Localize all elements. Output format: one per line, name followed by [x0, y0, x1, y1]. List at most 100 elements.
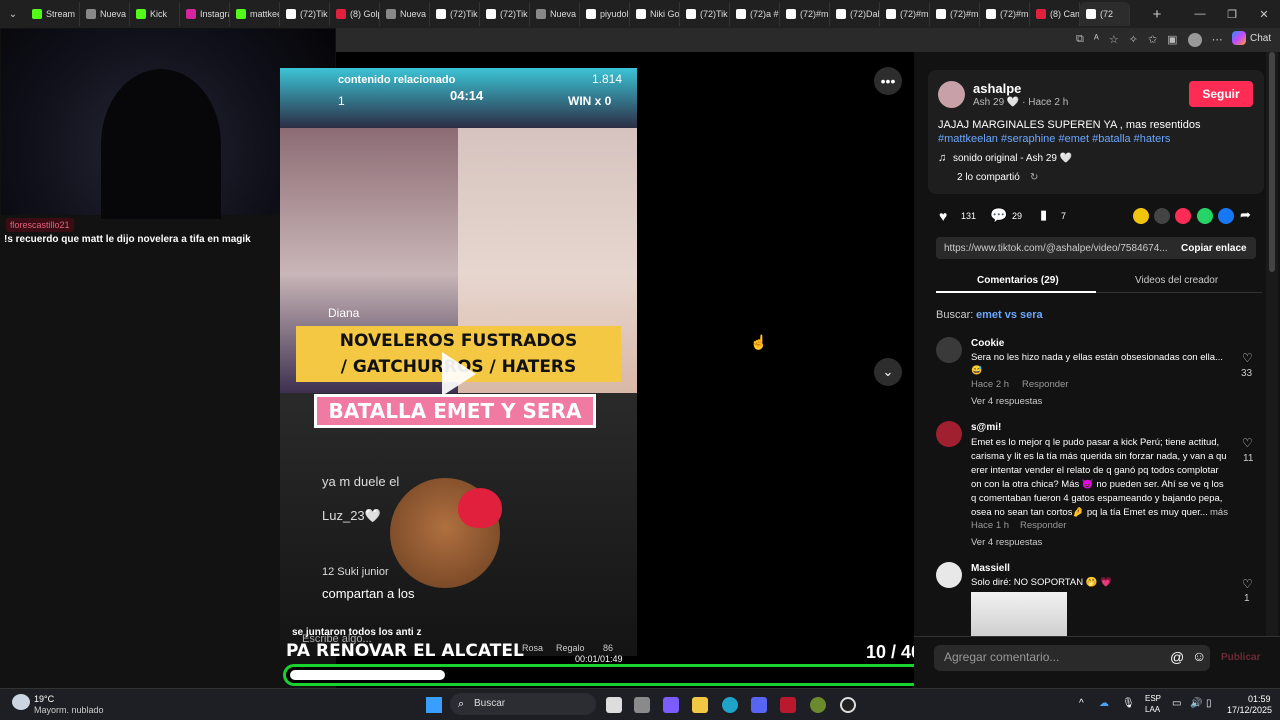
comment-user-1[interactable]: Cookie: [971, 338, 1004, 349]
tab-creator-videos[interactable]: Videos del creador: [1135, 275, 1218, 286]
game-app-icon[interactable]: [810, 697, 826, 713]
profile-avatar[interactable]: [1187, 33, 1202, 47]
browser-tab[interactable]: Niki Go: [630, 2, 680, 26]
chevron-down-icon[interactable]: ⌄: [874, 358, 902, 386]
tray-chevron-icon[interactable]: ^: [1079, 698, 1084, 709]
obs-icon[interactable]: [840, 697, 856, 713]
sidebar-scrollbar[interactable]: [1266, 52, 1278, 636]
browser-tab[interactable]: piyudol: [580, 2, 630, 26]
sound-label[interactable]: sonido original - Ash 29 🤍: [953, 153, 1072, 164]
discord-icon[interactable]: [751, 697, 767, 713]
view-replies-2[interactable]: Ver 4 respuestas: [971, 537, 1042, 548]
author-avatar[interactable]: [938, 81, 965, 108]
weather-icon[interactable]: [12, 694, 30, 710]
weather-temp[interactable]: 19°C: [34, 694, 54, 704]
share-arrow-icon[interactable]: ➦: [1240, 207, 1251, 223]
browser-tab[interactable]: Instagra: [180, 2, 230, 26]
play-icon[interactable]: [442, 352, 476, 396]
file-explorer-icon[interactable]: [692, 697, 708, 713]
task-view-icon[interactable]: [606, 697, 622, 713]
battery-icon[interactable]: ▯: [1206, 698, 1212, 709]
extensions-icon[interactable]: ✧: [1129, 33, 1138, 47]
minimize-icon[interactable]: —: [1184, 0, 1216, 28]
volume-icon[interactable]: 🔊: [1190, 698, 1202, 709]
browser-tab[interactable]: (72)Tik: [480, 2, 530, 26]
store-icon[interactable]: [634, 697, 650, 713]
browser-tab[interactable]: (72)#m: [980, 2, 1030, 26]
favorite-star-icon[interactable]: ☆: [1109, 33, 1119, 47]
browser-tab[interactable]: mattkee: [230, 2, 280, 26]
whatsapp-icon[interactable]: [1197, 208, 1213, 224]
collections-icon[interactable]: ▣: [1167, 33, 1177, 47]
taskbar-search[interactable]: Buscar: [450, 693, 596, 715]
reply-button-1[interactable]: Responder: [1022, 379, 1068, 390]
copilot-chat-button[interactable]: Chat: [1232, 31, 1271, 45]
language-top[interactable]: ESP: [1145, 694, 1161, 703]
close-window-icon[interactable]: ✕: [1248, 0, 1280, 28]
tab-comments[interactable]: Comentarios (29): [977, 275, 1059, 286]
tab-actions-button[interactable]: ⌄: [0, 2, 26, 26]
browser-tab[interactable]: (72)Tik: [680, 2, 730, 26]
follow-button[interactable]: Seguir: [1189, 81, 1253, 107]
translate-icon[interactable]: ᴬ: [1094, 33, 1099, 47]
network-icon[interactable]: ▭: [1172, 698, 1181, 709]
comment-icon[interactable]: 💬: [990, 207, 1007, 224]
tray-cloud-icon[interactable]: ☁: [1099, 698, 1109, 709]
browser-tab[interactable]: Nueva p: [80, 2, 130, 26]
shared-label[interactable]: 2 lo compartió: [957, 172, 1020, 183]
browser-tab[interactable]: (8) Golp: [330, 2, 380, 26]
like-icon[interactable]: ♥: [939, 208, 947, 224]
windows-start-icon[interactable]: [426, 697, 442, 713]
browser-tab[interactable]: Nueva p: [380, 2, 430, 26]
tray-mic-icon[interactable]: 🎙: [1122, 698, 1135, 709]
view-replies-1[interactable]: Ver 4 respuestas: [971, 396, 1042, 407]
browser-tab[interactable]: (72)Tik: [430, 2, 480, 26]
maximize-icon[interactable]: ❐: [1216, 0, 1248, 28]
tf-app-icon[interactable]: [780, 697, 796, 713]
favorites-icon[interactable]: ✩: [1148, 33, 1157, 47]
share-count-label[interactable]: 86: [603, 643, 613, 653]
new-tab-button[interactable]: +: [1146, 6, 1168, 23]
browser-tab[interactable]: (72)#m: [930, 2, 980, 26]
comment-user-3[interactable]: Massiell: [971, 563, 1010, 574]
browser-tab[interactable]: (72)Tik: [280, 2, 330, 26]
bookmark-icon[interactable]: ▮: [1040, 207, 1047, 223]
video-player[interactable]: contenido relacionado 1.814 04:14 1 WIN …: [280, 68, 637, 656]
browser-tab[interactable]: Stream: [26, 2, 80, 26]
browser-tab[interactable]: (72: [1080, 2, 1130, 26]
comment-image-3[interactable]: [971, 592, 1067, 636]
facebook-icon[interactable]: [1218, 208, 1234, 224]
author-username[interactable]: ashalpe: [973, 81, 1021, 96]
browser-tab[interactable]: (72)Dal: [830, 2, 880, 26]
comment-avatar-3[interactable]: [936, 562, 962, 588]
post-hashtags[interactable]: #mattkeelan #seraphine #emet #batalla #h…: [938, 133, 1170, 145]
search-suggestion[interactable]: emet vs sera: [976, 309, 1043, 321]
mention-icon[interactable]: @: [1170, 649, 1184, 665]
gift-present-label[interactable]: Regalo: [556, 643, 585, 653]
comment-like-icon-1[interactable]: ♡: [1242, 351, 1253, 365]
coin-share-icon[interactable]: [1133, 208, 1149, 224]
post-comment-button[interactable]: Publicar: [1221, 652, 1260, 663]
see-more-link[interactable]: más: [1210, 507, 1228, 518]
more-options-icon[interactable]: •••: [874, 67, 902, 95]
comment-user-2[interactable]: s@mi!: [971, 422, 1001, 433]
copy-link-button[interactable]: Copiar enlace: [1181, 243, 1247, 254]
copilot-taskbar-icon[interactable]: [663, 697, 679, 713]
send-icon[interactable]: [1175, 208, 1191, 224]
browser-tab[interactable]: (72)#m: [780, 2, 830, 26]
gift-rose-label[interactable]: Rosa: [522, 643, 543, 653]
clock-time[interactable]: 01:59: [1248, 694, 1271, 704]
open-external-icon[interactable]: ⧉: [1076, 33, 1084, 47]
emoji-icon[interactable]: ☺: [1192, 648, 1206, 664]
video-progress-bar[interactable]: [283, 664, 935, 686]
comment-like-icon-2[interactable]: ♡: [1242, 436, 1253, 450]
comment-like-icon-3[interactable]: ♡: [1242, 577, 1253, 591]
embed-icon[interactable]: [1154, 208, 1170, 224]
comment-input[interactable]: Agregar comentario...: [934, 645, 1210, 671]
reply-button-2[interactable]: Responder: [1020, 520, 1066, 531]
browser-tab[interactable]: (72)a #: [730, 2, 780, 26]
browser-tab[interactable]: (72)#m: [880, 2, 930, 26]
browser-tab[interactable]: (8) Cam: [1030, 2, 1080, 26]
browser-tab[interactable]: Nueva p: [530, 2, 580, 26]
edge-icon[interactable]: [722, 697, 738, 713]
